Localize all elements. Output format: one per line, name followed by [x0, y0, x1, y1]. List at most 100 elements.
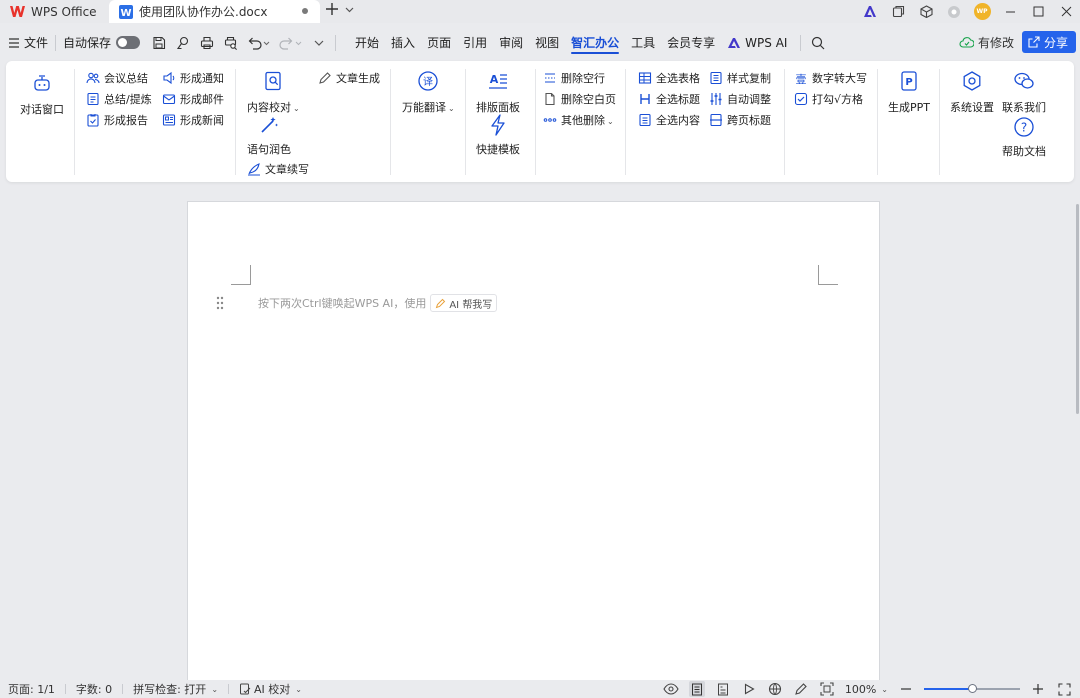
content-doc-icon [638, 113, 652, 127]
vertical-scrollbar[interactable] [1074, 186, 1080, 680]
generate-ppt-button[interactable]: P 生成PPT [888, 69, 930, 115]
select-all-content-label: 全选内容 [656, 114, 700, 127]
form-email-button[interactable]: 形成邮件 [162, 90, 224, 108]
sentence-polish-button[interactable]: 语句润色 [247, 113, 291, 157]
tab-insert[interactable]: 插入 [385, 27, 421, 58]
print-preview-icon[interactable] [222, 34, 240, 52]
ai-proofread-toggle[interactable]: AI 校对 ⌄ [239, 681, 302, 697]
delete-blank-pages-button[interactable]: 删除空白页 [543, 90, 616, 108]
file-menu[interactable]: 文件 [8, 34, 48, 51]
other-delete-button[interactable]: 其他删除 ⌄ [543, 111, 614, 129]
zoom-select[interactable]: 100% ⌄ [845, 683, 888, 696]
new-tab-plus-icon[interactable] [325, 2, 339, 16]
autosave-toggle[interactable] [116, 36, 141, 49]
revise-status[interactable]: 有修改 [959, 34, 1014, 51]
wps-ai-logo-icon[interactable] [856, 0, 884, 23]
tab-member[interactable]: 会员专享 [661, 27, 721, 58]
summary-extract-button[interactable]: 总结/提炼 [86, 90, 152, 108]
scrollbar-thumb[interactable] [1076, 204, 1079, 414]
tab-page[interactable]: 页面 [421, 27, 457, 58]
cross-page-heading-button[interactable]: 跨页标题 [709, 111, 771, 129]
style-copy-button[interactable]: 样式复制 [709, 69, 771, 87]
form-news-button[interactable]: 形成新闻 [162, 111, 224, 129]
tab-review[interactable]: 审阅 [493, 27, 529, 58]
undo-icon[interactable] [246, 34, 272, 52]
meeting-summary-button[interactable]: 会议总结 [86, 69, 148, 87]
write-mode-icon[interactable] [793, 681, 809, 697]
zoom-in-icon[interactable] [1030, 681, 1046, 697]
dialog-window-button[interactable]: 对话窗口 [20, 71, 64, 117]
play-icon[interactable] [741, 681, 757, 697]
spell-check-toggle[interactable]: 拼写检查: 打开 ⌄ [133, 681, 218, 697]
universal-translate-button[interactable]: 译 万能翻译 ⌄ [402, 69, 455, 115]
page-view-icon[interactable] [688, 681, 705, 697]
tab-document[interactable]: W 使用团队协作办公.docx [109, 0, 320, 23]
content-proofread-button[interactable]: 内容校对 ⌄ [247, 69, 300, 115]
select-all-headings-button[interactable]: 全选标题 [638, 90, 700, 108]
fullscreen-icon[interactable] [1056, 681, 1072, 697]
zoom-out-icon[interactable] [898, 681, 914, 697]
tab-wps-ai[interactable]: WPS AI [721, 27, 793, 58]
help-doc-label: 帮助文档 [1002, 145, 1046, 158]
status-divider [122, 684, 124, 694]
outline-view-icon[interactable] [715, 681, 731, 697]
newspaper-icon [162, 113, 176, 127]
status-bar: 页面: 1/1 字数: 0 拼写检查: 打开 ⌄ AI 校对 ⌄ 100% ⌄ [0, 680, 1080, 698]
quick-template-button[interactable]: 快捷模板 [476, 113, 520, 157]
print-icon[interactable] [198, 34, 216, 52]
window-switch-icon[interactable] [884, 0, 912, 23]
tab-reference[interactable]: 引用 [457, 27, 493, 58]
eye-protect-icon[interactable] [663, 681, 679, 697]
layout-panel-button[interactable]: A 排版面板 [476, 69, 520, 115]
form-notice-button[interactable]: 形成通知 [162, 69, 224, 87]
system-settings-button[interactable]: 系统设置 [950, 69, 994, 115]
fit-page-icon[interactable] [819, 681, 835, 697]
word-count[interactable]: 字数: 0 [76, 681, 112, 697]
page-indicator[interactable]: 页面: 1/1 [8, 681, 55, 697]
web-view-icon[interactable] [767, 681, 783, 697]
cube-icon[interactable] [912, 0, 940, 23]
tab-start[interactable]: 开始 [349, 27, 385, 58]
ai-write-chip[interactable]: AI 帮我写 [430, 294, 498, 312]
delete-empty-lines-button[interactable]: 删除空行 [543, 69, 605, 87]
zoom-slider[interactable] [924, 684, 1020, 693]
select-all-tables-button[interactable]: 全选表格 [638, 69, 700, 87]
maximize-icon[interactable] [1024, 0, 1052, 23]
settings-circle-icon[interactable] [940, 0, 968, 23]
ribbon-divider [535, 69, 536, 175]
check-box-button[interactable]: 打勾√方格 [794, 90, 863, 108]
share-button[interactable]: 分享 [1021, 31, 1076, 53]
tab-view[interactable]: 视图 [529, 27, 565, 58]
ribbon-divider [465, 69, 466, 175]
meeting-summary-label: 会议总结 [104, 72, 148, 85]
number-to-upper-button[interactable]: 壹 数字转大写 [794, 69, 868, 87]
export-pdf-icon[interactable] [174, 34, 192, 52]
article-continue-button[interactable]: 文章续写 [247, 160, 309, 178]
help-doc-button[interactable]: ? 帮助文档 [1002, 115, 1046, 159]
chinese-numeral-icon: 壹 [794, 71, 808, 85]
tab-wps-office-home[interactable]: WPS Office [0, 0, 107, 23]
redo-icon[interactable] [278, 34, 304, 52]
tab-smart-office[interactable]: 智汇办公 [565, 27, 625, 58]
save-icon[interactable] [150, 34, 168, 52]
user-avatar[interactable]: WP [968, 0, 996, 23]
article-generate-button[interactable]: 文章生成 [318, 69, 380, 87]
contact-us-button[interactable]: 联系我们 [1002, 69, 1046, 115]
minimize-icon[interactable] [996, 0, 1024, 23]
select-all-content-button[interactable]: 全选内容 [638, 111, 700, 129]
style-copy-icon [709, 71, 723, 85]
form-report-button[interactable]: 形成报告 [86, 111, 148, 129]
zoom-slider-knob[interactable] [967, 684, 977, 693]
search-icon[interactable] [808, 33, 828, 53]
unsaved-dot-icon[interactable] [302, 8, 308, 14]
select-all-headings-label: 全选标题 [656, 93, 700, 106]
drag-handle-icon[interactable] [215, 296, 225, 310]
tab-tools[interactable]: 工具 [625, 27, 661, 58]
tab-list-chevron-icon[interactable] [345, 5, 354, 14]
document-page[interactable]: 按下两次Ctrl键唤起WPS AI，使用 AI 帮我写 [187, 201, 880, 691]
close-icon[interactable] [1052, 0, 1080, 23]
ppt-icon: P [897, 69, 921, 93]
more-chevron-icon[interactable] [310, 34, 328, 52]
menu-tabs: 开始 插入 页面 引用 审阅 视图 智汇办公 工具 会员专享 WPS AI [349, 27, 828, 58]
auto-adjust-button[interactable]: 自动调整 [709, 90, 771, 108]
